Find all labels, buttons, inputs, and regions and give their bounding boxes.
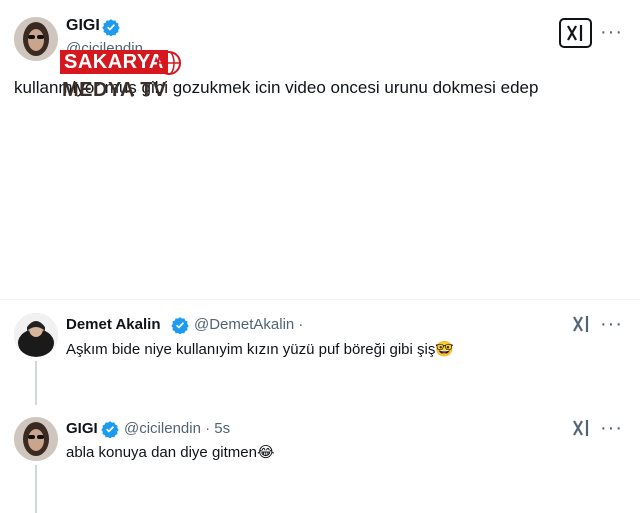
gigi-avatar[interactable] xyxy=(14,17,58,61)
author-name[interactable]: Demet Akalin xyxy=(66,316,160,333)
verified-badge-icon xyxy=(171,316,189,339)
watermark-logo: SAKARYA MEDYA TV xyxy=(60,50,185,101)
thread-line xyxy=(35,361,37,405)
thread-line xyxy=(35,465,37,513)
author-name[interactable]: GIGI xyxy=(66,420,98,437)
watermark-line1: SAKARYA xyxy=(60,50,168,74)
reply-text: Aşkım bide niye kullanıyim kızın yüzü pu… xyxy=(66,341,455,358)
verified-badge-icon xyxy=(102,18,120,41)
grok-button[interactable] xyxy=(559,18,592,48)
grok-icon xyxy=(566,25,582,41)
gigi-avatar[interactable] xyxy=(14,417,58,461)
divider xyxy=(0,299,640,300)
author-name[interactable]: GIGI xyxy=(66,17,100,35)
more-options-icon[interactable]: ··· xyxy=(600,22,623,42)
more-options-icon[interactable]: ··· xyxy=(600,418,623,438)
grok-icon[interactable] xyxy=(572,315,592,333)
grok-icon[interactable] xyxy=(572,419,592,437)
verified-badge-icon xyxy=(101,420,119,443)
reply-text: abla konuya dan diye gitmen😂 xyxy=(66,444,275,461)
more-options-icon[interactable]: ··· xyxy=(600,314,623,334)
watermark-line2: MEDYA TV xyxy=(62,79,167,101)
author-handle[interactable]: @DemetAkalin · xyxy=(194,316,303,333)
demet-avatar[interactable] xyxy=(14,313,58,357)
globe-icon xyxy=(157,51,181,75)
author-handle[interactable]: @cicilendin · 5s xyxy=(124,420,230,437)
